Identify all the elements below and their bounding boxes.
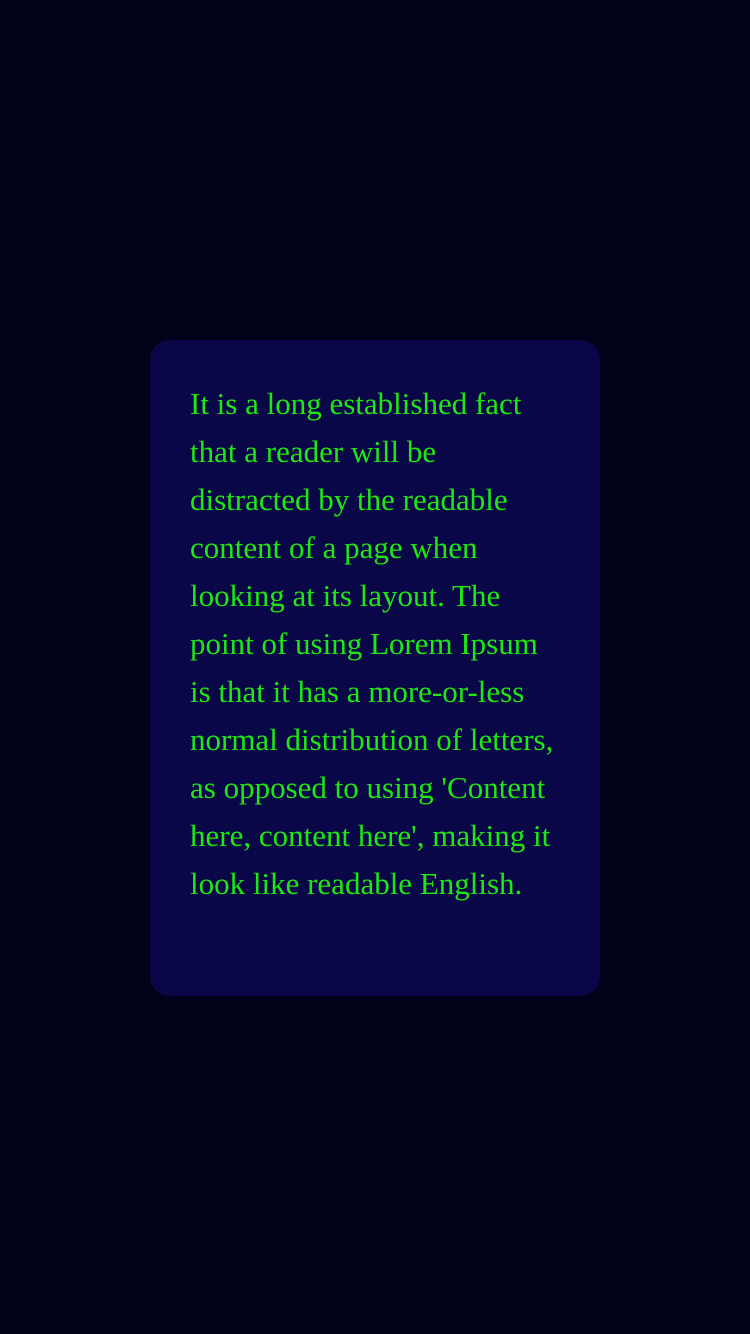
screen: { "card": { "text": "It is a long establ… <box>0 0 750 1334</box>
text-card: It is a long established fact that a rea… <box>150 340 600 996</box>
card-paragraph: It is a long established fact that a rea… <box>190 386 554 901</box>
